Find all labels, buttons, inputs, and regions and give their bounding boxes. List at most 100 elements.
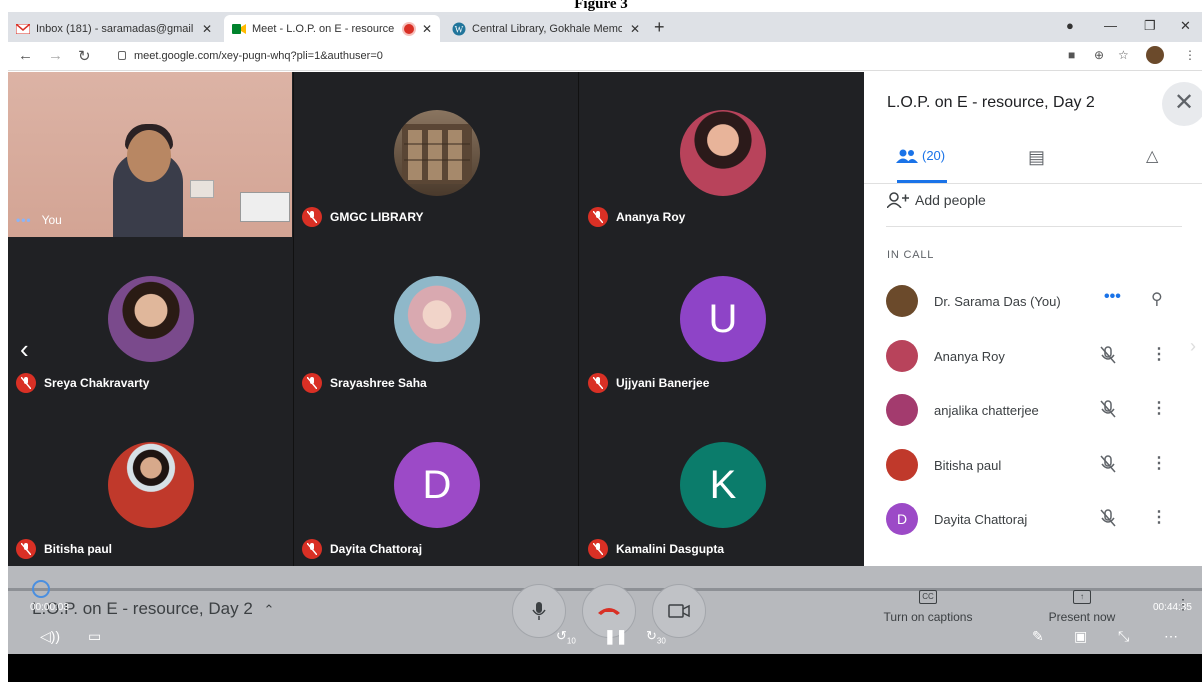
participant-row[interactable]: Ananya Roy ⋮	[886, 338, 1186, 374]
avatar	[886, 285, 918, 317]
meeting-details-panel: L.O.P. on E - resource, Day 2 ✕ (20) ▤ △…	[864, 72, 1202, 568]
url-field[interactable]: meet.google.com/xey-pugn-whq?pli=1&authu…	[118, 50, 383, 62]
mic-off-icon	[16, 539, 36, 559]
mic-off-icon	[1100, 455, 1116, 473]
avatar	[108, 442, 194, 528]
back-icon[interactable]: ←	[18, 47, 33, 64]
avatar	[394, 276, 480, 362]
tab-label: Inbox (181) - saramadas@gmail.c	[36, 22, 194, 35]
tab-inbox[interactable]: Inbox (181) - saramadas@gmail.c ✕	[8, 15, 220, 42]
volume-icon[interactable]: ◁))	[40, 628, 60, 645]
participant-row[interactable]: D Dayita Chattoraj ⋮	[886, 501, 1186, 537]
chevron-right-icon[interactable]: ›	[1190, 336, 1196, 357]
avatar: D	[886, 503, 918, 535]
avatar	[886, 449, 918, 481]
close-panel-button[interactable]: ✕	[1162, 82, 1202, 126]
progress-knob[interactable]	[32, 580, 50, 598]
present-label: Present now	[1048, 610, 1116, 624]
tab-label: Meet - L.O.P. on E - resource	[252, 22, 395, 35]
reload-icon[interactable]: ↻	[78, 47, 91, 65]
self-video-tile[interactable]: ••• You	[8, 72, 292, 237]
recording-icon	[404, 23, 414, 34]
chevron-up-icon: ⌃	[263, 602, 275, 617]
close-icon[interactable]: ✕	[200, 22, 214, 36]
participant-tile[interactable]: Bitisha paul	[8, 404, 292, 569]
participant-tile[interactable]: U Ujjyani Banerjee	[580, 238, 864, 403]
hang-up-icon	[598, 608, 620, 615]
browser-tab-strip: Inbox (181) - saramadas@gmail.c ✕ Meet -…	[8, 12, 1202, 42]
video-grid: ••• You GMGC LIBRARY Ananya Roy Sreya Cha…	[8, 72, 864, 568]
more-horiz-icon[interactable]: ⋯	[1164, 628, 1178, 645]
mic-off-icon	[1100, 400, 1116, 418]
panel-title: L.O.P. on E - resource, Day 2	[887, 94, 1095, 111]
miniplayer-icon[interactable]: ▣	[1074, 628, 1087, 645]
tab-library[interactable]: W Central Library, Gokhale Memori ✕	[444, 15, 648, 42]
pin-icon[interactable]: ⚲	[1151, 289, 1163, 309]
mic-off-icon	[302, 373, 322, 393]
tab-meet[interactable]: Meet - L.O.P. on E - resource ✕	[224, 15, 440, 42]
more-vert-icon[interactable]: ⋮	[1151, 453, 1167, 473]
forward-icon[interactable]: →	[48, 47, 63, 64]
captions-label: Turn on captions	[883, 610, 973, 624]
tile-name: Sreya Chakravarty	[44, 376, 150, 390]
tile-name: GMGC LIBRARY	[330, 210, 424, 224]
star-icon[interactable]: ☆	[1118, 48, 1129, 62]
activities-icon: △	[1146, 148, 1159, 165]
svg-text:W: W	[455, 24, 464, 34]
participant-name: Ananya Roy	[934, 348, 1005, 364]
close-icon[interactable]: ✕	[420, 22, 434, 36]
mic-off-icon	[302, 539, 322, 559]
close-icon[interactable]: ✕	[628, 22, 642, 36]
tab-chat[interactable]: ▤	[1028, 147, 1045, 168]
rewind-button[interactable]: ↺10	[556, 628, 576, 646]
address-bar: ← → ↻ meet.google.com/xey-pugn-whq?pli=1…	[8, 42, 1202, 71]
add-people-button[interactable]: Add people	[887, 192, 986, 208]
player-overlay: L.O.P. on E - resource, Day 2 ⌃ 00:00:03…	[8, 566, 1202, 654]
tab-label: Central Library, Gokhale Memori	[472, 22, 622, 35]
participant-name: anjalika chatterjee	[934, 402, 1039, 418]
participant-tile[interactable]: Ananya Roy	[580, 72, 864, 237]
zoom-icon[interactable]: ⊕	[1094, 48, 1104, 62]
tab-people[interactable]: (20)	[896, 148, 945, 163]
participant-row[interactable]: anjalika chatterjee ⋮	[886, 392, 1186, 428]
subtitles-icon[interactable]: ▭	[88, 628, 101, 645]
window-close-button[interactable]: ✕	[1180, 18, 1191, 34]
bottom-bar	[8, 654, 1202, 682]
avatar	[886, 340, 918, 372]
participant-tile[interactable]: GMGC LIBRARY	[294, 72, 578, 237]
forward-button[interactable]: ↻30	[646, 628, 666, 646]
pen-icon[interactable]: ✎	[1032, 628, 1044, 645]
menu-icon[interactable]: ⋮	[1184, 48, 1196, 62]
meet-icon	[232, 22, 246, 36]
more-vert-icon[interactable]: ⋮	[1151, 344, 1167, 364]
minimize-button[interactable]: —	[1104, 18, 1117, 33]
more-icon[interactable]: •••	[16, 213, 32, 227]
mic-off-icon	[588, 207, 608, 227]
participant-tile[interactable]: D Dayita Chattoraj	[294, 404, 578, 569]
profile-avatar[interactable]	[1146, 46, 1164, 64]
participant-tile[interactable]: K Kamalini Dasgupta	[580, 404, 864, 569]
participant-tile[interactable]: Srayashree Saha	[294, 238, 578, 403]
chevron-left-icon[interactable]: ‹	[20, 334, 29, 365]
camera-icon[interactable]: ■	[1068, 48, 1075, 62]
screen: Figure 3 Inbox (181) - saramadas@gmail.c…	[0, 0, 1202, 682]
tile-name: Kamalini Dasgupta	[616, 542, 725, 556]
participant-row[interactable]: Bitisha paul ⋮	[886, 447, 1186, 483]
tab-activities[interactable]: △	[1146, 146, 1158, 166]
tile-name: Ananya Roy	[616, 210, 686, 224]
participant-row[interactable]: Dr. Sarama Das (You) ••• ⚲	[886, 283, 1186, 319]
more-vert-icon[interactable]: ⋮	[1151, 507, 1167, 527]
more-vert-icon[interactable]: ⋮	[1176, 596, 1190, 613]
gmail-icon	[16, 22, 30, 36]
present-now-button[interactable]: ↑ Present now	[1032, 588, 1132, 624]
more-vert-icon[interactable]: ⋮	[1151, 398, 1167, 418]
participant-tile[interactable]: Sreya Chakravarty	[8, 238, 292, 403]
captions-button[interactable]: CC Turn on captions	[866, 588, 990, 624]
exit-fullscreen-icon[interactable]: ⤡	[1118, 628, 1129, 645]
new-tab-button[interactable]: +	[654, 17, 665, 38]
maximize-button[interactable]: ❐	[1144, 18, 1156, 34]
pause-button[interactable]: ❚❚	[604, 628, 627, 645]
profile-dot-icon[interactable]: ●	[1066, 18, 1074, 33]
tile-name: Bitisha paul	[44, 542, 113, 556]
camera-icon	[668, 604, 690, 618]
